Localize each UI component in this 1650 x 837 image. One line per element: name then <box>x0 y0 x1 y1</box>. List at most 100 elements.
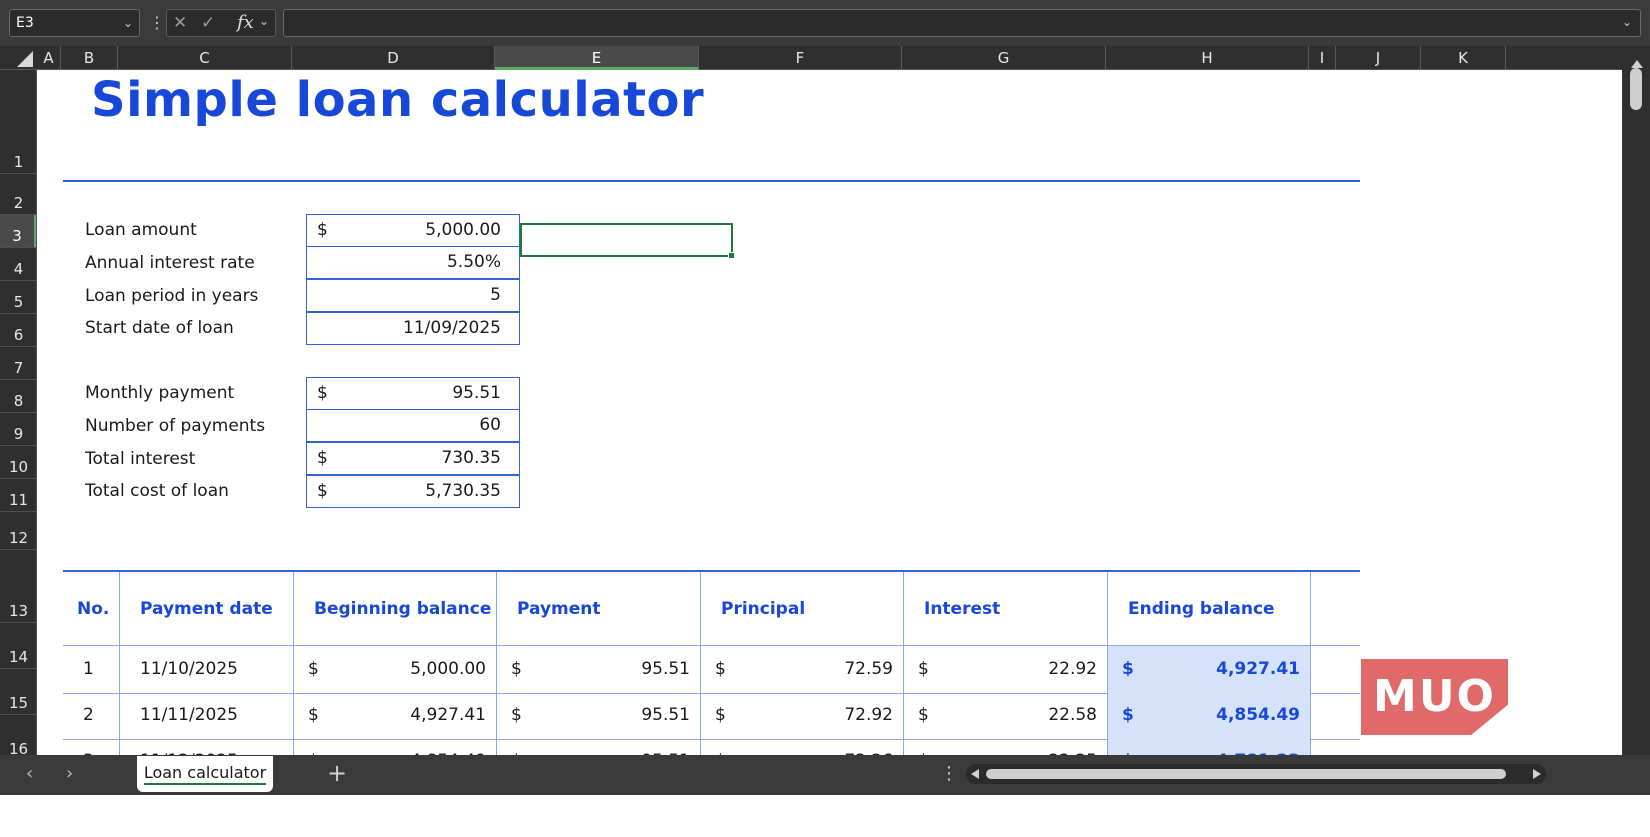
loan-period-value: 5 <box>490 285 501 305</box>
selected-cell-e3[interactable] <box>520 223 735 259</box>
cell-payment[interactable]: $95.51 <box>497 692 701 739</box>
cell-ending-balance[interactable]: $4,927.41 <box>1108 646 1311 693</box>
cell-no[interactable]: 2 <box>63 692 120 739</box>
cell-interest[interactable]: $22.58 <box>904 692 1108 739</box>
label-interest-rate: Annual interest rate <box>85 253 255 273</box>
cell-payment-date[interactable]: 11/10/2025 <box>120 646 294 693</box>
insert-function-button[interactable]: fx <box>237 12 254 33</box>
header-payment[interactable]: Payment <box>497 572 701 646</box>
column-header-e[interactable]: E <box>495 46 699 70</box>
monthly-payment-cell[interactable]: $ 95.51 <box>306 377 520 410</box>
currency-symbol: $ <box>511 659 522 679</box>
currency-symbol: $ <box>317 220 328 240</box>
start-date-cell[interactable]: 11/09/2025 <box>306 312 520 345</box>
row-header-13[interactable]: 13 <box>0 550 36 623</box>
cell-value: 95.51 <box>641 705 690 725</box>
more-options-icon[interactable]: ⋮ <box>149 13 165 33</box>
chevron-left-icon[interactable]: ‹ <box>26 763 33 784</box>
column-header-k[interactable]: K <box>1421 46 1506 70</box>
more-options-icon[interactable]: ⋮ <box>940 763 958 784</box>
sheet-tab-bar: ‹ › Loan calculator + ⋮ <box>0 755 1650 795</box>
cell-payment[interactable]: $95.51 <box>497 646 701 693</box>
row-header-9[interactable]: 9 <box>0 413 36 446</box>
loan-amount-cell[interactable]: $ 5,000.00 <box>306 214 520 247</box>
interest-rate-cell[interactable]: 5.50% <box>306 246 520 279</box>
scroll-right-icon[interactable] <box>1533 769 1541 779</box>
sheet-tab-loan-calculator[interactable]: Loan calculator <box>137 756 273 792</box>
cell-interest[interactable]: $22.92 <box>904 646 1108 693</box>
column-header-i[interactable]: I <box>1309 46 1336 70</box>
chevron-down-icon[interactable]: ⌄ <box>123 10 133 36</box>
column-header-a[interactable]: A <box>37 46 61 70</box>
cell-beginning-balance[interactable]: $5,000.00 <box>294 646 497 693</box>
column-header-d[interactable]: D <box>292 46 495 70</box>
header-principal[interactable]: Principal <box>701 572 904 646</box>
row-header-6[interactable]: 6 <box>0 314 36 347</box>
loan-period-cell[interactable]: 5 <box>306 279 520 312</box>
row-number: 11 <box>8 491 29 509</box>
header-interest[interactable]: Interest <box>904 572 1108 646</box>
label-number-of-payments: Number of payments <box>85 416 266 436</box>
row-number: 1 <box>13 153 24 171</box>
page-title: Simple loan calculator <box>91 72 705 128</box>
header-ending-balance[interactable]: Ending balance <box>1108 572 1311 646</box>
column-header-j[interactable]: J <box>1336 46 1421 70</box>
cell-no[interactable]: 1 <box>63 646 120 693</box>
scroll-up-icon[interactable] <box>1631 60 1643 68</box>
header-payment-date[interactable]: Payment date <box>120 572 294 646</box>
cell-beginning-balance[interactable]: $4,927.41 <box>294 692 497 739</box>
row-header-11[interactable]: 11 <box>0 479 36 512</box>
currency-symbol: $ <box>317 481 328 501</box>
vertical-scrollbar[interactable] <box>1622 46 1650 795</box>
cell-value: 4,854.49 <box>1216 705 1300 725</box>
label-loan-amount: Loan amount <box>85 220 197 240</box>
horizontal-scrollbar[interactable] <box>966 764 1546 784</box>
column-header-h[interactable]: H <box>1106 46 1309 70</box>
formula-input[interactable]: ⌄ <box>283 9 1641 37</box>
vertical-scroll-thumb[interactable] <box>1630 68 1642 110</box>
table-row: 2 11/11/2025 $4,927.41 $95.51 $72.92 $22… <box>63 692 1360 740</box>
add-sheet-button[interactable]: + <box>327 759 347 787</box>
row-headers: 1 2 3 4 5 6 7 8 9 10 11 12 13 14 15 16 <box>0 70 37 795</box>
column-header-b[interactable]: B <box>61 46 118 70</box>
column-header-f[interactable]: F <box>699 46 902 70</box>
row-header-15[interactable]: 15 <box>0 669 36 715</box>
cell-ending-balance[interactable]: $4,854.49 <box>1108 692 1311 739</box>
row-number: 8 <box>13 392 24 410</box>
row-header-7[interactable]: 7 <box>0 347 36 380</box>
chevron-right-icon[interactable]: › <box>66 763 73 784</box>
x-icon[interactable]: ✕ <box>173 13 187 33</box>
row-header-10[interactable]: 10 <box>0 446 36 479</box>
cell-principal[interactable]: $72.59 <box>701 646 904 693</box>
total-interest-cell[interactable]: $ 730.35 <box>306 442 520 475</box>
column-header-c[interactable]: C <box>118 46 292 70</box>
row-header-4[interactable]: 4 <box>0 248 36 281</box>
monthly-payment-value: 95.51 <box>452 383 501 403</box>
chevron-down-icon[interactable]: ⌄ <box>1622 15 1632 29</box>
row-header-5[interactable]: 5 <box>0 281 36 314</box>
cell-payment-date[interactable]: 11/11/2025 <box>120 692 294 739</box>
name-box[interactable]: E3 ⌄ <box>9 9 140 37</box>
table-header: No. Payment date Beginning balance Payme… <box>63 570 1360 646</box>
header-no[interactable]: No. <box>63 572 120 646</box>
row-header-8[interactable]: 8 <box>0 380 36 413</box>
total-cost-cell[interactable]: $ 5,730.35 <box>306 475 520 508</box>
cell-value: 72.59 <box>844 659 893 679</box>
row-number: 7 <box>13 359 24 377</box>
column-headers: A B C D E F G H I J K <box>0 46 1650 70</box>
row-header-3[interactable]: 3 <box>0 215 36 248</box>
scroll-left-icon[interactable] <box>971 769 979 779</box>
row-header-2[interactable]: 2 <box>0 174 36 215</box>
chevron-down-icon[interactable]: ⌄ <box>259 14 269 28</box>
row-header-14[interactable]: 14 <box>0 623 36 669</box>
row-header-1[interactable]: 1 <box>0 70 36 174</box>
select-all-button[interactable] <box>0 46 37 70</box>
cell-value: 22.58 <box>1048 705 1097 725</box>
column-header-g[interactable]: G <box>902 46 1106 70</box>
horizontal-scroll-thumb[interactable] <box>986 769 1506 779</box>
cell-principal[interactable]: $72.92 <box>701 692 904 739</box>
row-header-12[interactable]: 12 <box>0 512 36 550</box>
checkmark-icon[interactable]: ✓ <box>201 13 215 33</box>
number-of-payments-cell[interactable]: 60 <box>306 409 520 442</box>
header-beginning-balance[interactable]: Beginning balance <box>294 572 497 646</box>
